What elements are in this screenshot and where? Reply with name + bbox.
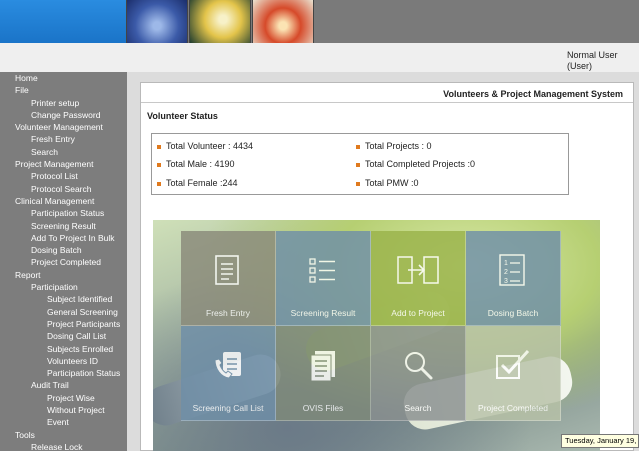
sidebar-item-release-lock[interactable]: Release Lock: [0, 441, 127, 451]
user-bar: [0, 43, 639, 72]
section-title: Volunteer Status: [147, 111, 218, 121]
volunteer-stats-box: Total Volunteer : 4434 Total Male : 4190…: [151, 133, 569, 195]
sidebar-item-fresh-entry[interactable]: Fresh Entry: [0, 133, 127, 145]
system-title: Volunteers & Project Management System: [443, 89, 623, 99]
sidebar-item-project-management[interactable]: Project Management: [0, 158, 127, 170]
sidebar-item-protocol-list[interactable]: Protocol List: [0, 170, 127, 182]
sidebar-item-dosing-batch[interactable]: Dosing Batch: [0, 244, 127, 256]
stat-total-pmw: Total PMW :0: [356, 178, 419, 188]
svg-text:2: 2: [504, 269, 508, 276]
checklist-icon: [306, 253, 340, 289]
lab-image-stethoscope: [189, 0, 251, 43]
divider: [141, 102, 633, 103]
bullet-icon: [157, 162, 161, 167]
sidebar-item-file[interactable]: File: [0, 84, 127, 96]
sidebar-item-report[interactable]: Report: [0, 269, 127, 281]
dashboard-tiles: Fresh Entry Screening Result Add to Projec…: [153, 220, 600, 451]
tile-project-completed[interactable]: Project Completed: [466, 326, 561, 421]
lab-image-flasks: [252, 0, 314, 43]
sidebar-item-clinical-management[interactable]: Clinical Management: [0, 195, 127, 207]
bullet-icon: [356, 144, 360, 149]
tile-add-to-project[interactable]: Add to Project: [371, 231, 466, 326]
sidebar-item-dosing-call-list[interactable]: Dosing Call List: [0, 330, 127, 342]
tile-label: OVIS Files: [302, 403, 344, 413]
sidebar-item-volunteer-management[interactable]: Volunteer Management: [0, 121, 127, 133]
user-role: (User): [567, 61, 592, 71]
tile-dosing-batch[interactable]: 1 2 3 Dosing Batch: [466, 231, 561, 326]
user-info: Normal User (User): [567, 50, 618, 72]
document-icon: [211, 253, 245, 289]
tile-screening-call-list[interactable]: Screening Call List: [181, 326, 276, 421]
sidebar-item-search[interactable]: Search: [0, 146, 127, 158]
stat-total-projects: Total Projects : 0: [356, 141, 432, 151]
bullet-icon: [356, 181, 360, 186]
tile-label: Fresh Entry: [206, 308, 250, 318]
svg-text:1: 1: [504, 260, 508, 267]
tile-label: Screening Call List: [192, 403, 264, 413]
tile-screening-result[interactable]: Screening Result: [276, 231, 371, 326]
sidebar-item-subjects-enrolled[interactable]: Subjects Enrolled: [0, 343, 127, 355]
tile-label: Project Completed: [478, 403, 548, 413]
tile-label: Add to Project: [391, 308, 445, 318]
phone-list-icon: [211, 348, 245, 384]
sidebar-item-audit-trail[interactable]: Audit Trail: [0, 379, 127, 391]
sidebar-item-without-project[interactable]: Without Project: [0, 404, 127, 416]
stat-total-completed-projects: Total Completed Projects :0: [356, 159, 475, 169]
numbered-list-icon: 1 2 3: [496, 253, 530, 289]
tile-search[interactable]: Search: [371, 326, 466, 421]
sidebar-item-project-participants[interactable]: Project Participants: [0, 318, 127, 330]
sidebar-item-participation[interactable]: Participation: [0, 281, 127, 293]
sidebar-item-tools[interactable]: Tools: [0, 429, 127, 441]
checkbox-icon: [494, 348, 532, 384]
sidebar-item-protocol-search[interactable]: Protocol Search: [0, 183, 127, 195]
sidebar-item-project-completed[interactable]: Project Completed: [0, 256, 127, 268]
bullet-icon: [157, 181, 161, 186]
user-name: Normal User: [567, 50, 618, 60]
bullet-icon: [157, 144, 161, 149]
files-icon: [306, 348, 340, 384]
sidebar-item-home[interactable]: Home: [0, 72, 127, 84]
tile-label: Search: [404, 403, 432, 413]
content-panel: Volunteers & Project Management System V…: [140, 82, 634, 451]
stat-total-volunteer: Total Volunteer : 4434: [157, 141, 253, 151]
sidebar-item-event[interactable]: Event: [0, 416, 127, 428]
sidebar-item-subject-identified[interactable]: Subject Identified: [0, 293, 127, 305]
sidebar-item-printer-setup[interactable]: Printer setup: [0, 97, 127, 109]
add-to-project-icon: [396, 253, 440, 289]
sidebar-item-volunteers-id[interactable]: Volunteers ID: [0, 355, 127, 367]
sidebar-item-screening-result[interactable]: Screening Result: [0, 220, 127, 232]
lab-image-test-tubes: [126, 0, 188, 43]
svg-text:3: 3: [504, 278, 508, 285]
tile-ovis-files[interactable]: OVIS Files: [276, 326, 371, 421]
sidebar: Home File Printer setup Change Password Volu…: [0, 72, 127, 451]
stat-total-male: Total Male : 4190: [157, 159, 235, 169]
sidebar-item-add-to-project-in-bulk[interactable]: Add To Project In Bulk: [0, 232, 127, 244]
bullet-icon: [356, 162, 360, 167]
brand-area: [0, 0, 126, 43]
tile-label: Screening Result: [290, 308, 356, 318]
sidebar-menu: Home File Printer setup Change Password Volu…: [0, 72, 127, 451]
sidebar-item-general-screening[interactable]: General Screening: [0, 306, 127, 318]
sidebar-item-participation-status[interactable]: Participation Status: [0, 207, 127, 219]
tile-fresh-entry[interactable]: Fresh Entry: [181, 231, 276, 326]
stat-total-female: Total Female :244: [157, 178, 238, 188]
sidebar-item-participation-status[interactable]: Participation Status: [0, 367, 127, 379]
tile-label: Dosing Batch: [487, 308, 539, 318]
search-icon: [401, 348, 435, 384]
sidebar-item-change-password[interactable]: Change Password: [0, 109, 127, 121]
date-tooltip: Tuesday, January 19, 2: [561, 434, 639, 448]
sidebar-item-project-wise[interactable]: Project Wise: [0, 392, 127, 404]
